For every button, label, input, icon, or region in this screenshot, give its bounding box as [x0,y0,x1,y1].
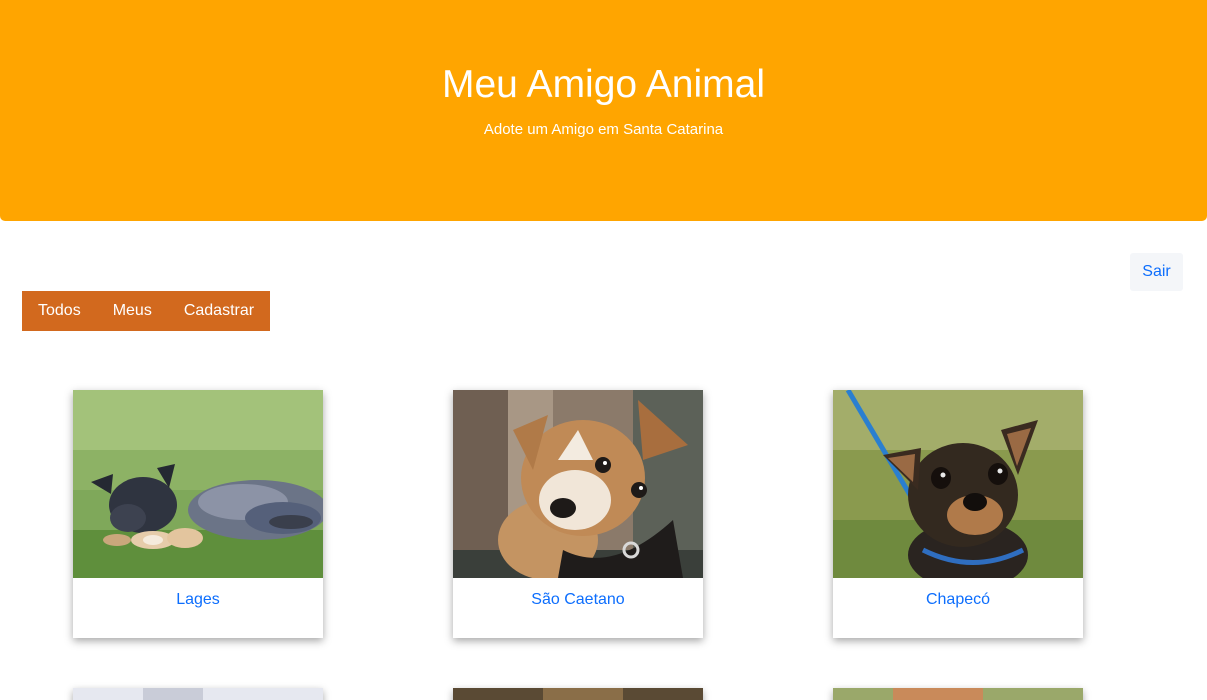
animal-card[interactable]: Lages [73,390,323,638]
card-city-link[interactable]: Lages [73,590,323,610]
dog-photo-jack-russell[interactable] [453,390,703,578]
dog-photo[interactable] [833,688,1083,700]
filter-tab-bar: Todos Meus Cadastrar [22,291,271,331]
animal-card[interactable]: São Caetano [453,390,703,638]
dog-photo-blue-heeler-puppy[interactable] [73,390,323,578]
animal-card[interactable] [833,688,1083,700]
animal-card[interactable] [73,688,323,700]
page-subtitle: Adote um Amigo em Santa Catarina [483,121,724,138]
hero-banner: Meu Amigo Animal Adote um Amigo em Santa… [0,0,1207,221]
tab-cadastrar[interactable]: Cadastrar [168,291,270,331]
dog-photo-chihuahua[interactable] [833,390,1083,578]
dog-photo[interactable] [73,688,323,700]
dog-photo[interactable] [453,688,703,700]
tab-meus[interactable]: Meus [97,291,168,331]
logout-button[interactable]: Sair [1130,253,1183,291]
card-city-link[interactable]: São Caetano [453,590,703,610]
tab-todos[interactable]: Todos [22,291,97,331]
animal-card[interactable]: Chapecó [833,390,1083,638]
card-city-link[interactable]: Chapecó [833,590,1083,610]
animal-card[interactable] [453,688,703,700]
page-title: Meu Amigo Animal [442,63,765,106]
